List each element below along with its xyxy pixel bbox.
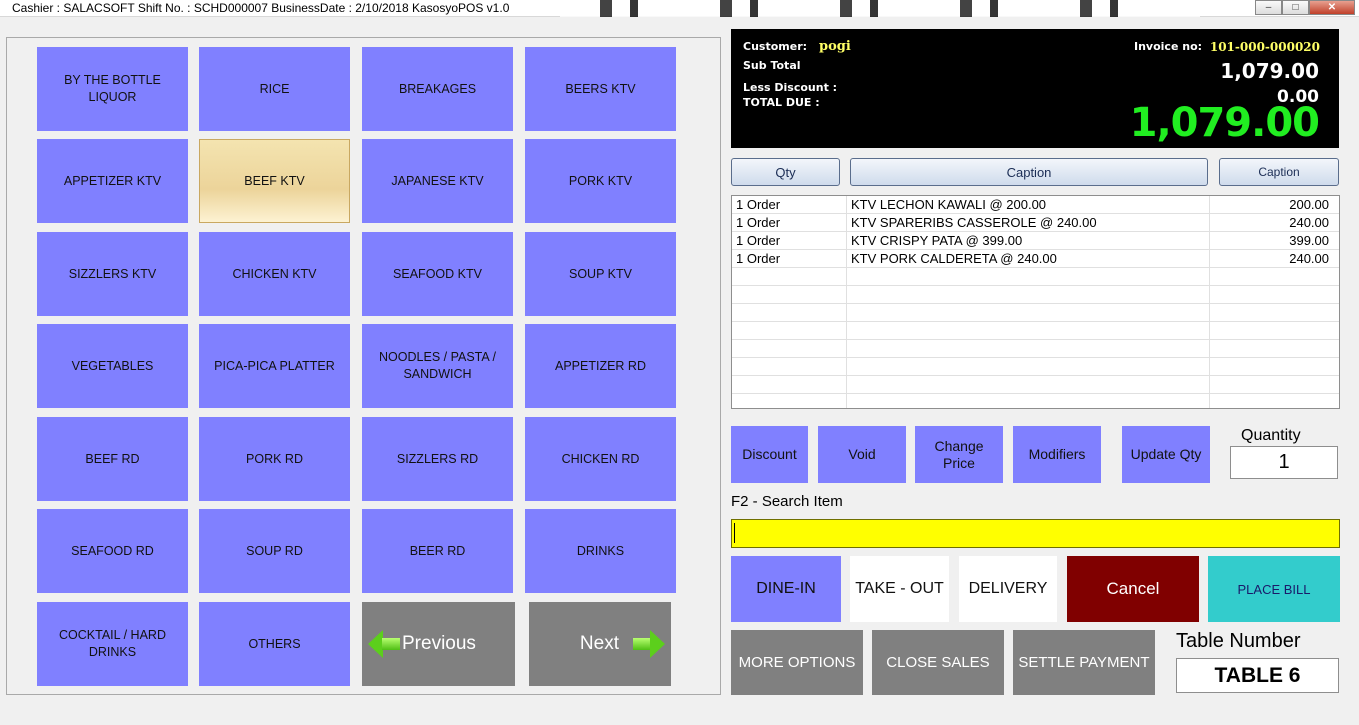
- delivery-button[interactable]: DELIVERY: [959, 556, 1057, 622]
- cancel-button[interactable]: Cancel: [1067, 556, 1199, 622]
- category-button[interactable]: SEAFOOD RD: [37, 509, 188, 593]
- category-button[interactable]: COCKTAIL / HARD DRINKS: [37, 602, 188, 686]
- order-row[interactable]: [732, 376, 1339, 394]
- category-button[interactable]: BEEF RD: [37, 417, 188, 501]
- order-row[interactable]: 1 Order KTV CRISPY PATA @ 399.00 399.00: [732, 232, 1339, 250]
- category-button[interactable]: RICE: [199, 47, 350, 131]
- order-qty-cell: 1 Order: [736, 233, 781, 248]
- customer-label: Customer:: [743, 40, 808, 53]
- category-button[interactable]: JAPANESE KTV: [362, 139, 513, 223]
- invoice-label: Invoice no:: [1134, 40, 1203, 53]
- table-number-label: Table Number: [1176, 630, 1301, 652]
- total-due-value: 1,079.00: [1129, 100, 1320, 146]
- search-label: F2 - Search Item: [731, 493, 843, 510]
- order-amount-cell: 240.00: [1289, 215, 1329, 230]
- category-button[interactable]: APPETIZER KTV: [37, 139, 188, 223]
- quantity-label: Quantity: [1241, 427, 1301, 444]
- category-button[interactable]: BY THE BOTTLE LIQUOR: [37, 47, 188, 131]
- invoice-number: 101-000-000020: [1209, 40, 1320, 54]
- qty-header-button[interactable]: Qty: [731, 158, 840, 186]
- quantity-field[interactable]: 1: [1230, 446, 1338, 479]
- order-row[interactable]: 1 Order KTV SPARERIBS CASSEROLE @ 240.00 2…: [732, 214, 1339, 232]
- order-row[interactable]: 1 Order KTV PORK CALDERETA @ 240.00 240.00: [732, 250, 1339, 268]
- category-button[interactable]: PORK RD: [199, 417, 350, 501]
- place-bill-button[interactable]: PLACE BILL: [1208, 556, 1340, 622]
- order-list[interactable]: 1 Order KTV LECHON KAWALI @ 200.00 200.00 1…: [731, 195, 1340, 409]
- next-button[interactable]: Next: [529, 602, 671, 686]
- text-caret: [734, 523, 735, 543]
- window-titlebar: Cashier : SALACSOFT Shift No. : SCHD0000…: [0, 0, 1359, 17]
- dine-in-button[interactable]: DINE-IN: [731, 556, 841, 622]
- arrow-left-icon: [368, 630, 400, 658]
- category-button[interactable]: NOODLES / PASTA / SANDWICH: [362, 324, 513, 408]
- arrow-right-icon: [633, 630, 665, 658]
- subtotal-label: Sub Total: [743, 59, 801, 72]
- window-title: Cashier : SALACSOFT Shift No. : SCHD0000…: [12, 1, 510, 15]
- order-amount-cell: 200.00: [1289, 197, 1329, 212]
- close-button[interactable]: ✕: [1309, 0, 1355, 15]
- titlebar-decoration: [560, 0, 1200, 17]
- discount-button[interactable]: Discount: [731, 426, 808, 483]
- caption-amount-header-button[interactable]: Caption: [1219, 158, 1339, 186]
- category-button[interactable]: SEAFOOD KTV: [362, 232, 513, 316]
- order-qty-cell: 1 Order: [736, 197, 781, 212]
- previous-label: Previous: [402, 633, 476, 654]
- search-input[interactable]: [731, 519, 1340, 548]
- order-row[interactable]: [732, 322, 1339, 340]
- category-button[interactable]: PORK KTV: [525, 139, 676, 223]
- order-row[interactable]: [732, 340, 1339, 358]
- caption-header-button[interactable]: Caption: [850, 158, 1208, 186]
- change-price-button[interactable]: Change Price: [915, 426, 1003, 483]
- settle-payment-button[interactable]: SETTLE PAYMENT: [1013, 630, 1155, 695]
- category-button[interactable]: PICA-PICA PLATTER: [199, 324, 350, 408]
- modifiers-button[interactable]: Modifiers: [1013, 426, 1101, 483]
- update-qty-button[interactable]: Update Qty: [1122, 426, 1210, 483]
- more-options-button[interactable]: MORE OPTIONS: [731, 630, 863, 695]
- category-button[interactable]: SIZZLERS RD: [362, 417, 513, 501]
- previous-button[interactable]: Previous: [362, 602, 515, 686]
- category-button[interactable]: BREAKAGES: [362, 47, 513, 131]
- order-amount-cell: 399.00: [1289, 233, 1329, 248]
- order-row[interactable]: [732, 286, 1339, 304]
- order-amount-cell: 240.00: [1289, 251, 1329, 266]
- order-item-cell: KTV CRISPY PATA @ 399.00: [851, 233, 1023, 248]
- maximize-button[interactable]: □: [1282, 0, 1309, 15]
- total-due-label: TOTAL DUE :: [743, 96, 820, 109]
- category-button[interactable]: APPETIZER RD: [525, 324, 676, 408]
- take-out-button[interactable]: TAKE - OUT: [850, 556, 949, 622]
- order-qty-cell: 1 Order: [736, 251, 781, 266]
- category-button[interactable]: VEGETABLES: [37, 324, 188, 408]
- table-number-field[interactable]: TABLE 6: [1176, 658, 1339, 693]
- category-button[interactable]: DRINKS: [525, 509, 676, 593]
- order-item-cell: KTV LECHON KAWALI @ 200.00: [851, 197, 1047, 212]
- order-row[interactable]: [732, 304, 1339, 322]
- category-button[interactable]: OTHERS: [199, 602, 350, 686]
- window-controls: – □ ✕: [1255, 0, 1355, 15]
- discount-label: Less Discount :: [743, 81, 838, 94]
- category-button[interactable]: CHICKEN RD: [525, 417, 676, 501]
- totals-panel: Customer: pogi Invoice no: 101-000-00002…: [731, 29, 1339, 148]
- category-button[interactable]: SIZZLERS KTV: [37, 232, 188, 316]
- order-row[interactable]: [732, 268, 1339, 286]
- category-button[interactable]: BEERS KTV: [525, 47, 676, 131]
- order-item-cell: KTV PORK CALDERETA @ 240.00: [851, 251, 1057, 266]
- order-row[interactable]: 1 Order KTV LECHON KAWALI @ 200.00 200.00: [732, 196, 1339, 214]
- subtotal-value: 1,079.00: [1220, 59, 1319, 83]
- order-qty-cell: 1 Order: [736, 215, 781, 230]
- category-button[interactable]: BEEF KTV: [199, 139, 350, 223]
- category-button[interactable]: SOUP RD: [199, 509, 350, 593]
- minimize-button[interactable]: –: [1255, 0, 1282, 15]
- order-item-cell: KTV SPARERIBS CASSEROLE @ 240.00: [851, 215, 1097, 230]
- next-label: Next: [579, 633, 619, 654]
- category-button[interactable]: CHICKEN KTV: [199, 232, 350, 316]
- void-button[interactable]: Void: [818, 426, 906, 483]
- category-button[interactable]: BEER RD: [362, 509, 513, 593]
- order-row[interactable]: [732, 358, 1339, 376]
- customer-name: pogi: [819, 39, 851, 54]
- close-sales-button[interactable]: CLOSE SALES: [872, 630, 1004, 695]
- category-button[interactable]: SOUP KTV: [525, 232, 676, 316]
- order-rows: 1 Order KTV LECHON KAWALI @ 200.00 200.00 1…: [732, 196, 1339, 394]
